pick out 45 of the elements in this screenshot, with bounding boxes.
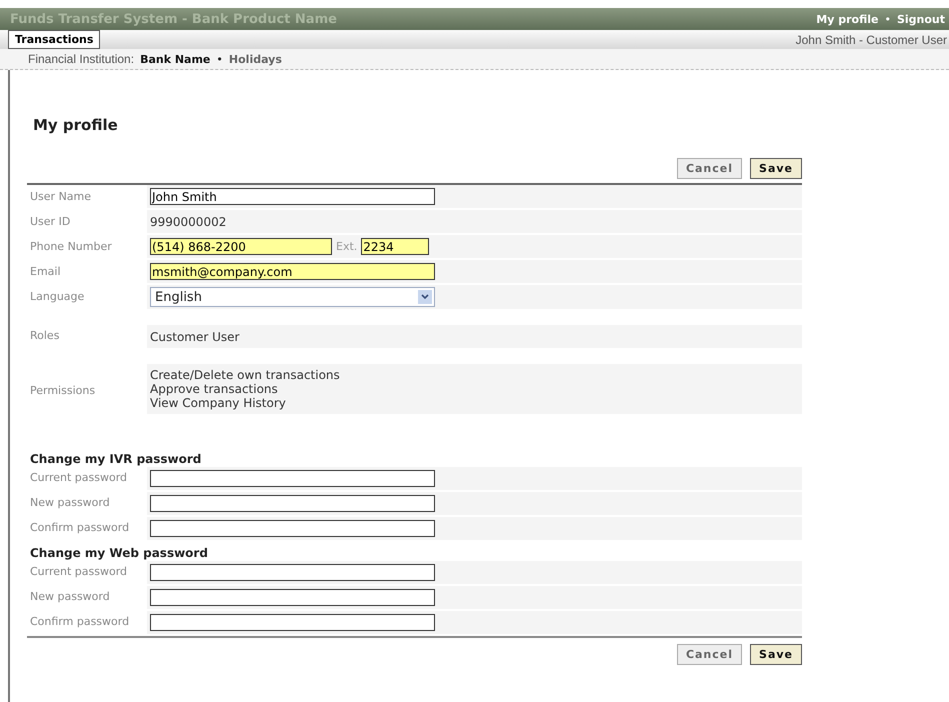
field-label: Current password xyxy=(29,470,128,486)
separator-dot: • xyxy=(216,52,223,66)
permission-item: View Company History xyxy=(150,396,287,410)
user-info: John Smith - Customer User xyxy=(796,32,947,46)
field-label: Permissions xyxy=(29,384,96,396)
password-field[interactable] xyxy=(150,589,435,606)
password-field[interactable] xyxy=(150,495,435,512)
field-label: Roles xyxy=(29,328,60,344)
save-button[interactable]: Save xyxy=(750,644,802,665)
password-field[interactable] xyxy=(150,520,435,537)
permission-item: Create/Delete own transactions xyxy=(150,368,340,382)
field-value: 9990000002 xyxy=(150,214,226,228)
save-button[interactable]: Save xyxy=(750,158,802,179)
field-value: Customer User xyxy=(150,330,240,344)
breadcrumb-link[interactable]: Holidays xyxy=(228,52,282,66)
field-label: Current password xyxy=(29,564,128,580)
ext-label: Ext. xyxy=(336,240,358,253)
app-title: Funds Transfer System - Bank Product Name xyxy=(10,12,337,26)
extension-field[interactable]: 2234 xyxy=(361,238,430,255)
password-field[interactable] xyxy=(150,470,435,487)
password-field[interactable] xyxy=(150,564,435,581)
header-link[interactable]: My profile xyxy=(816,12,878,26)
permission-item: Approve transactions xyxy=(150,382,279,396)
separator-dot: • xyxy=(884,12,891,26)
caret-icon xyxy=(418,290,432,304)
field-label: Language xyxy=(29,289,86,305)
header-link[interactable]: Signout xyxy=(896,12,945,26)
breadcrumb-label: Financial Institution: xyxy=(28,52,134,66)
page-title: My profile xyxy=(32,115,119,134)
field-label: User Name xyxy=(29,189,92,205)
cancel-button[interactable]: Cancel xyxy=(676,644,742,665)
field-label: User ID xyxy=(29,214,72,230)
field-label: New password xyxy=(29,589,111,605)
language-dropdown[interactable]: English xyxy=(150,287,435,307)
field-label: New password xyxy=(29,495,111,511)
tab[interactable]: Transactions xyxy=(8,30,100,49)
field-label: Phone Number xyxy=(29,239,113,255)
field-label: Email xyxy=(29,264,62,280)
password-field[interactable] xyxy=(150,614,435,631)
phone-field[interactable]: (514) 868-2200 xyxy=(150,238,332,255)
text-field[interactable]: msmith@company.com xyxy=(150,263,435,280)
field-label: Confirm password xyxy=(29,614,130,630)
breadcrumb-link[interactable]: Bank Name xyxy=(140,52,210,66)
cancel-button[interactable]: Cancel xyxy=(676,158,742,179)
field-label: Confirm password xyxy=(29,520,130,536)
